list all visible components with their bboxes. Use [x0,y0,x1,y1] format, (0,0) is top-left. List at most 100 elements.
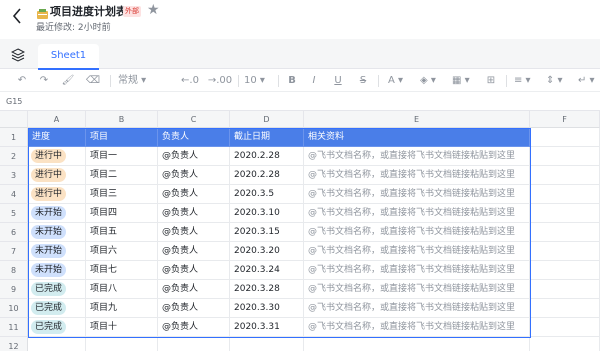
empty-cell[interactable] [530,337,600,351]
cell-status[interactable]: 进行中 [28,147,86,166]
empty-cell[interactable] [530,204,600,223]
undo-icon[interactable]: ↶ [14,73,30,89]
vertical-align-icon[interactable]: ⇕ ▾ [546,73,570,89]
cell-project[interactable] [86,337,158,351]
cell-reference[interactable]: G15 [6,96,22,108]
empty-cell[interactable] [530,242,600,261]
cell-owner[interactable]: @负责人 [158,318,230,337]
cell-status[interactable]: 已完成 [28,299,86,318]
cell-deadline[interactable]: 2020.2.28 [230,166,304,185]
strikethrough-button[interactable]: S [356,73,370,89]
horizontal-align-icon[interactable]: ≡ ▾ [514,73,538,89]
column-header-c[interactable]: C [158,111,230,128]
cell-project[interactable]: 项目三 [86,185,158,204]
cell-owner[interactable]: @负责人 [158,204,230,223]
empty-cell[interactable] [530,299,600,318]
empty-cell[interactable] [530,185,600,204]
header-cell-status[interactable]: 进度 [28,128,86,147]
row-header[interactable]: 5 [0,204,28,223]
cell-project[interactable]: 项目六 [86,242,158,261]
cell-owner[interactable] [158,337,230,351]
document-title[interactable]: 项目进度计划表 [50,4,127,20]
cell-owner[interactable]: @负责人 [158,147,230,166]
row-header[interactable]: 9 [0,280,28,299]
column-header-e[interactable]: E [304,111,530,128]
empty-cell[interactable] [530,318,600,337]
column-header-d[interactable]: D [230,111,304,128]
cell-docs[interactable]: @飞书文档名称，或直接将飞书文档链接粘贴到这里 [304,147,530,166]
cell-deadline[interactable]: 2020.3.10 [230,204,304,223]
header-cell-deadline[interactable]: 截止日期 [230,128,304,147]
row-header[interactable]: 6 [0,223,28,242]
cell-status[interactable] [28,337,86,351]
layers-icon[interactable] [10,47,26,62]
cell-project[interactable]: 项目五 [86,223,158,242]
cell-status[interactable]: 未开始 [28,242,86,261]
cell-deadline[interactable]: 2020.3.31 [230,318,304,337]
italic-button[interactable]: I [307,73,321,89]
decrease-decimal-button[interactable]: ←.0 [176,73,204,89]
empty-cell[interactable] [530,280,600,299]
cell-deadline[interactable]: 2020.3.20 [230,242,304,261]
cell-deadline[interactable]: 2020.2.28 [230,147,304,166]
cell-status[interactable]: 未开始 [28,204,86,223]
cell-owner[interactable]: @负责人 [158,280,230,299]
cell-status[interactable]: 进行中 [28,166,86,185]
cell-docs[interactable]: @飞书文档名称，或直接将飞书文档链接粘贴到这里 [304,280,530,299]
cell-status[interactable]: 未开始 [28,261,86,280]
cell-deadline[interactable]: 2020.3.30 [230,299,304,318]
empty-cell[interactable] [530,128,600,147]
row-header[interactable]: 7 [0,242,28,261]
cell-project[interactable]: 项目七 [86,261,158,280]
empty-cell[interactable] [530,166,600,185]
row-header[interactable]: 2 [0,147,28,166]
back-arrow-icon[interactable] [12,8,26,26]
row-header[interactable]: 1 [0,128,28,147]
column-header-a[interactable]: A [28,111,86,128]
number-format-select[interactable]: 常规 ▾ [118,73,160,89]
cell-deadline[interactable]: 2020.3.28 [230,280,304,299]
cell-deadline[interactable]: 2020.3.24 [230,261,304,280]
cell-deadline[interactable]: 2020.3.5 [230,185,304,204]
redo-icon[interactable]: ↷ [36,73,52,89]
cell-docs[interactable]: @飞书文档名称，或直接将飞书文档链接粘贴到这里 [304,299,530,318]
cell-docs[interactable]: @飞书文档名称，或直接将飞书文档链接粘贴到这里 [304,166,530,185]
cell-owner[interactable]: @负责人 [158,242,230,261]
empty-cell[interactable] [530,223,600,242]
cell-deadline[interactable] [230,337,304,351]
cell-docs[interactable]: @飞书文档名称，或直接将飞书文档链接粘贴到这里 [304,242,530,261]
row-header[interactable]: 12 [0,337,28,351]
star-icon[interactable]: ★ [147,2,160,18]
row-header[interactable]: 8 [0,261,28,280]
column-header-b[interactable]: B [86,111,158,128]
cell-project[interactable]: 项目二 [86,166,158,185]
cell-docs[interactable] [304,337,530,351]
text-wrap-icon[interactable]: ↵ ▾ [578,73,598,89]
row-header[interactable]: 3 [0,166,28,185]
format-painter-icon[interactable]: 🖌 [60,73,76,89]
merge-cells-icon[interactable]: ⊞ [484,73,498,89]
bold-button[interactable]: B [285,73,299,89]
header-cell-owner[interactable]: 负责人 [158,128,230,147]
column-header-f[interactable]: F [530,111,600,128]
cell-docs[interactable]: @飞书文档名称，或直接将飞书文档链接粘贴到这里 [304,185,530,204]
row-header[interactable]: 11 [0,318,28,337]
cell-status[interactable]: 已完成 [28,280,86,299]
cell-project[interactable]: 项目一 [86,147,158,166]
underline-button[interactable]: U [331,73,345,89]
cell-docs[interactable]: @飞书文档名称，或直接将飞书文档链接粘贴到这里 [304,318,530,337]
font-size-select[interactable]: 10 ▾ [244,73,270,89]
tab-sheet1[interactable]: Sheet1 [38,44,99,70]
cell-owner[interactable]: @负责人 [158,261,230,280]
increase-decimal-button[interactable]: →.00 [206,73,234,89]
cell-project[interactable]: 项目八 [86,280,158,299]
cell-docs[interactable]: @飞书文档名称，或直接将飞书文档链接粘贴到这里 [304,223,530,242]
cell-owner[interactable]: @负责人 [158,166,230,185]
header-cell-project[interactable]: 项目 [86,128,158,147]
cell-status[interactable]: 已完成 [28,318,86,337]
clear-format-icon[interactable]: ⌫ [85,73,101,89]
row-header[interactable]: 10 [0,299,28,318]
cell-status[interactable]: 进行中 [28,185,86,204]
empty-cell[interactable] [530,261,600,280]
cell-deadline[interactable]: 2020.3.15 [230,223,304,242]
